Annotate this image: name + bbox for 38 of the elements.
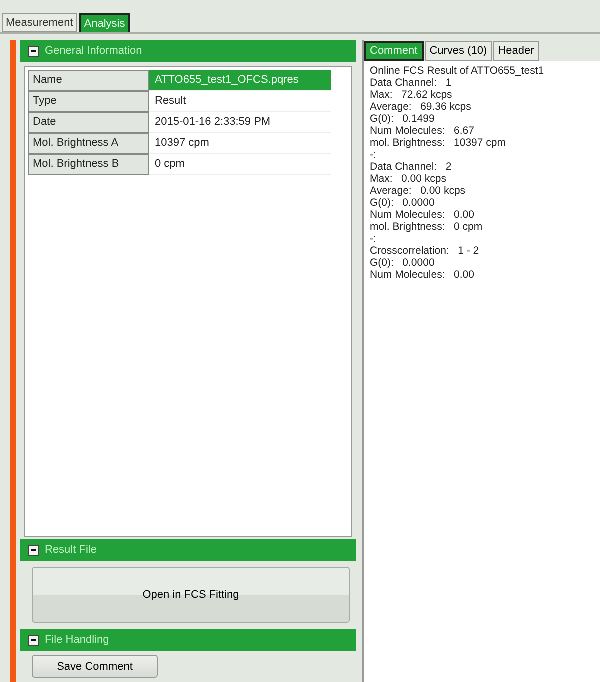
comment-line: G(0): 0.0000 [370,257,436,269]
comment-line: -: [370,149,378,161]
comment-line: Num Molecules: 0.00 [370,209,476,221]
section-title: File Handling [45,634,110,646]
collapse-icon[interactable] [28,634,39,646]
comment-line: Max: 0.00 kcps [370,173,448,185]
save-comment-button[interactable]: Save Comment [32,655,158,678]
comment-line: Data Channel: 1 [370,77,453,89]
comment-line: mol. Brightness: 0 cpm [370,221,484,233]
property-value[interactable]: 0 cpm [149,154,331,175]
open-fitting-button[interactable]: Open in FCS Fitting [32,567,350,623]
comment-line: Crosscorrelation: 1 - 2 [370,245,480,257]
section-title: General Information [45,45,142,57]
property-label: Name [28,70,149,91]
comment-line: Num Molecules: 0.00 [370,269,476,281]
main-tab[interactable]: Measurement [2,13,78,32]
property-label: Mol. Brightness A [28,133,149,154]
comment-line: G(0): 0.1499 [370,113,436,125]
comment-line: -: [370,233,378,245]
comment-line: mol. Brightness: 10397 cpm [370,137,507,149]
collapse-icon[interactable] [28,46,39,56]
side-tab[interactable]: Curves (10) [424,41,492,61]
comment-line: Average: 69.36 kcps [370,101,472,113]
collapse-icon[interactable] [28,544,39,556]
property-label: Mol. Brightness B [28,154,149,175]
property-label: Date [28,112,149,133]
property-value[interactable]: Result [149,91,331,112]
property-label: Type [28,91,149,112]
comment-line: Online FCS Result of ATTO655_test1 [370,65,546,77]
comment-line: Average: 0.00 kcps [370,185,467,197]
property-value[interactable]: 10397 cpm [149,133,331,154]
side-tab[interactable]: Header [493,41,540,61]
property-value[interactable]: 2015-01-16 2:33:59 PM [149,112,331,133]
comment-line: Max: 72.62 kcps [370,89,454,101]
comment-line: G(0): 0.0000 [370,197,436,209]
comment-line: Data Channel: 2 [370,161,453,173]
section-title: Result File [45,544,97,556]
comment-line: Num Molecules: 6.67 [370,125,476,137]
